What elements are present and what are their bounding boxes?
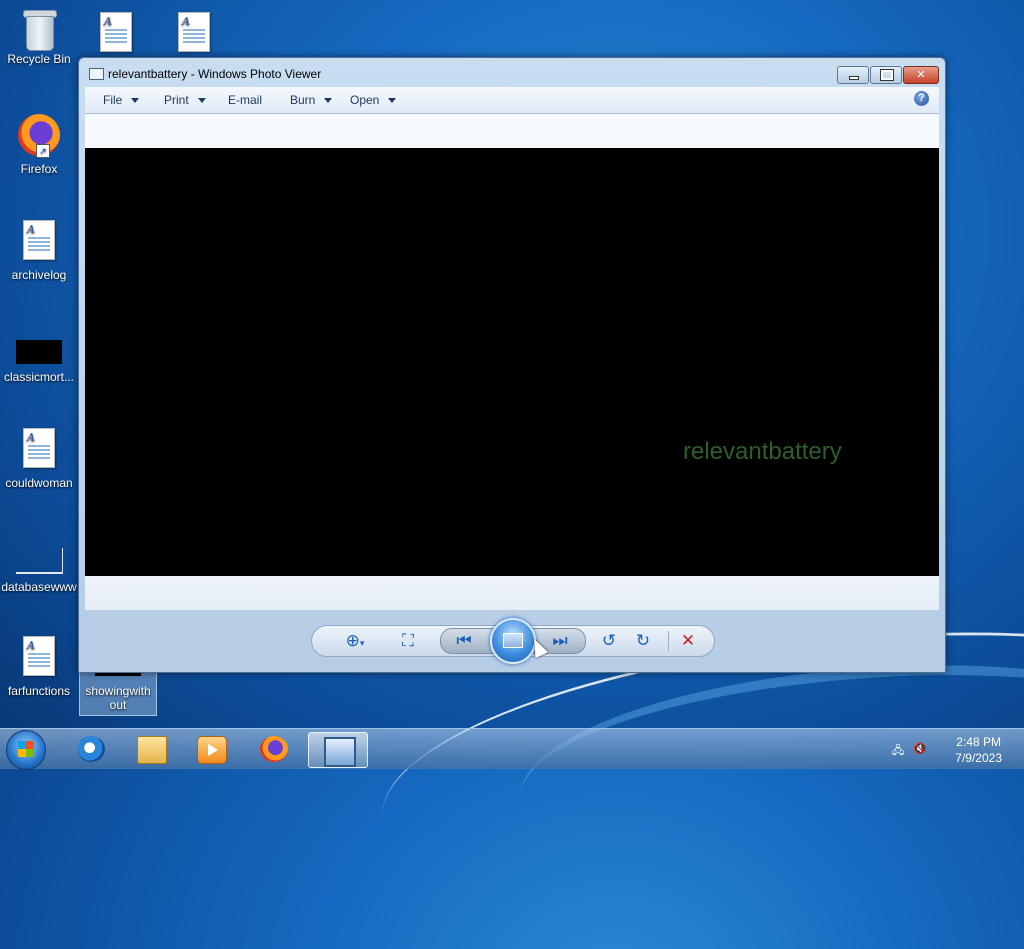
desktop-icon-label: farfunctions bbox=[7, 684, 71, 698]
volume-muted-icon[interactable]: 🔇 bbox=[912, 742, 928, 755]
menu-label: E-mail bbox=[228, 93, 263, 107]
desktop-icon-label: classicmort... bbox=[3, 370, 74, 384]
delete-icon[interactable]: ✕ bbox=[676, 631, 700, 651]
separator bbox=[668, 631, 669, 651]
close-button[interactable]: ✕ bbox=[903, 66, 939, 84]
windows-logo-icon bbox=[18, 741, 34, 757]
menu-label: Burn bbox=[290, 93, 316, 107]
rotate-right-icon[interactable]: ↻ bbox=[632, 631, 654, 651]
chevron-down-icon bbox=[131, 98, 140, 104]
menu-bar: File Print E-mail Burn Open ? bbox=[85, 87, 939, 114]
firefox-icon: ↗ bbox=[18, 114, 60, 158]
desktop-icon-firefox[interactable]: ↗ Firefox bbox=[1, 114, 77, 176]
bottom-padding-area bbox=[85, 576, 939, 610]
clock-time: 2:48 PM bbox=[956, 735, 1001, 749]
desktop-icon-label: couldwoman bbox=[5, 476, 73, 490]
desktop-icon-label: databasewww bbox=[1, 580, 77, 594]
window-title: relevantbattery - Windows Photo Viewer bbox=[108, 67, 322, 81]
title-bar[interactable]: relevantbattery - Windows Photo Viewer ✕ bbox=[79, 58, 945, 88]
desktop-icon-couldwoman[interactable]: couldwoman bbox=[1, 428, 77, 490]
document-icon bbox=[100, 12, 132, 52]
zoom-icon[interactable]: ⊕▾ bbox=[340, 631, 370, 651]
desktop-icon-label: showingwith out bbox=[85, 684, 151, 712]
clock[interactable]: 2:48 PM 7/9/2023 bbox=[955, 734, 1002, 766]
taskbar-firefox[interactable] bbox=[245, 732, 303, 766]
menu-email[interactable]: E-mail bbox=[228, 93, 262, 107]
document-icon bbox=[178, 12, 210, 52]
minimize-button[interactable] bbox=[837, 66, 869, 84]
image-text: relevantbattery bbox=[683, 438, 842, 465]
start-button[interactable] bbox=[6, 730, 46, 770]
help-icon[interactable]: ? bbox=[914, 91, 929, 106]
menu-burn[interactable]: Burn bbox=[290, 93, 333, 107]
desktop-icon-label: archivelog bbox=[11, 268, 67, 282]
taskbar-internet-explorer[interactable] bbox=[62, 732, 120, 766]
media-player-icon bbox=[197, 736, 227, 764]
network-icon[interactable]: 🖧 bbox=[890, 742, 906, 757]
menu-file[interactable]: File bbox=[103, 93, 140, 107]
next-icon[interactable]: ⏭ bbox=[548, 631, 572, 651]
taskbar-file-explorer[interactable] bbox=[122, 732, 180, 766]
document-icon bbox=[23, 428, 55, 468]
maximize-button[interactable] bbox=[870, 66, 902, 84]
menu-label: Print bbox=[164, 93, 189, 107]
menu-open[interactable]: Open bbox=[350, 93, 397, 107]
slideshow-icon bbox=[503, 633, 523, 648]
clock-date: 7/9/2023 bbox=[955, 751, 1002, 765]
menu-label: Open bbox=[350, 93, 380, 107]
playback-controls: ⊕▾ ⛶ ⏮ ⏭ ↺ ↻ ✕ bbox=[311, 618, 715, 664]
document-icon bbox=[23, 636, 55, 676]
chevron-down-icon bbox=[388, 98, 397, 104]
file-explorer-icon bbox=[137, 736, 167, 764]
menu-label: File bbox=[103, 93, 123, 107]
taskbar-media-player[interactable] bbox=[182, 732, 240, 766]
taskbar: 🖧 🔇 2:48 PM 7/9/2023 bbox=[0, 728, 1024, 770]
firefox-icon bbox=[260, 736, 288, 762]
top-padding-area bbox=[85, 114, 939, 148]
image-file-icon bbox=[16, 340, 62, 364]
chevron-down-icon bbox=[197, 98, 206, 104]
taskbar-photo-viewer[interactable] bbox=[308, 732, 368, 768]
photo-viewer-icon bbox=[324, 737, 356, 767]
photo-viewer-app-icon bbox=[89, 68, 104, 80]
internet-explorer-icon bbox=[77, 736, 105, 762]
desktop-icon-archivelog[interactable]: archivelog bbox=[1, 220, 77, 282]
image-file-icon bbox=[95, 673, 141, 676]
image-viewport[interactable]: relevantbattery bbox=[85, 148, 939, 576]
rotate-left-icon[interactable]: ↺ bbox=[598, 631, 620, 651]
chevron-down-icon bbox=[324, 98, 333, 104]
recycle-bin-icon bbox=[22, 8, 57, 51]
desktop-icon-databasewww[interactable]: databasewww bbox=[1, 540, 77, 594]
desktop-icon-document[interactable] bbox=[78, 12, 154, 52]
wallpaper-swoosh bbox=[513, 643, 1024, 903]
desktop-icon-farfunctions[interactable]: farfunctions bbox=[1, 636, 77, 698]
desktop-icon-document[interactable] bbox=[156, 12, 232, 52]
desktop-icon-showingwithout[interactable]: showingwith out bbox=[79, 672, 157, 716]
system-tray: 🖧 🔇 2:48 PM 7/9/2023 bbox=[884, 729, 1024, 769]
actual-size-icon[interactable]: ⛶ bbox=[396, 631, 420, 651]
close-icon: ✕ bbox=[916, 69, 926, 81]
desktop-icon-recycle-bin[interactable]: Recycle Bin bbox=[1, 8, 77, 66]
desktop-icon-label: Firefox bbox=[20, 162, 58, 176]
desktop-icon-label: Recycle Bin bbox=[7, 52, 71, 66]
menu-print[interactable]: Print bbox=[164, 93, 206, 107]
photo-viewer-window: relevantbattery - Windows Photo Viewer ✕… bbox=[78, 57, 946, 673]
desktop-icon-classicmort[interactable]: classicmort... bbox=[1, 332, 77, 384]
image-file-icon bbox=[15, 548, 63, 574]
document-icon bbox=[23, 220, 55, 260]
previous-icon[interactable]: ⏮ bbox=[452, 631, 476, 651]
shortcut-arrow-icon: ↗ bbox=[36, 144, 50, 158]
